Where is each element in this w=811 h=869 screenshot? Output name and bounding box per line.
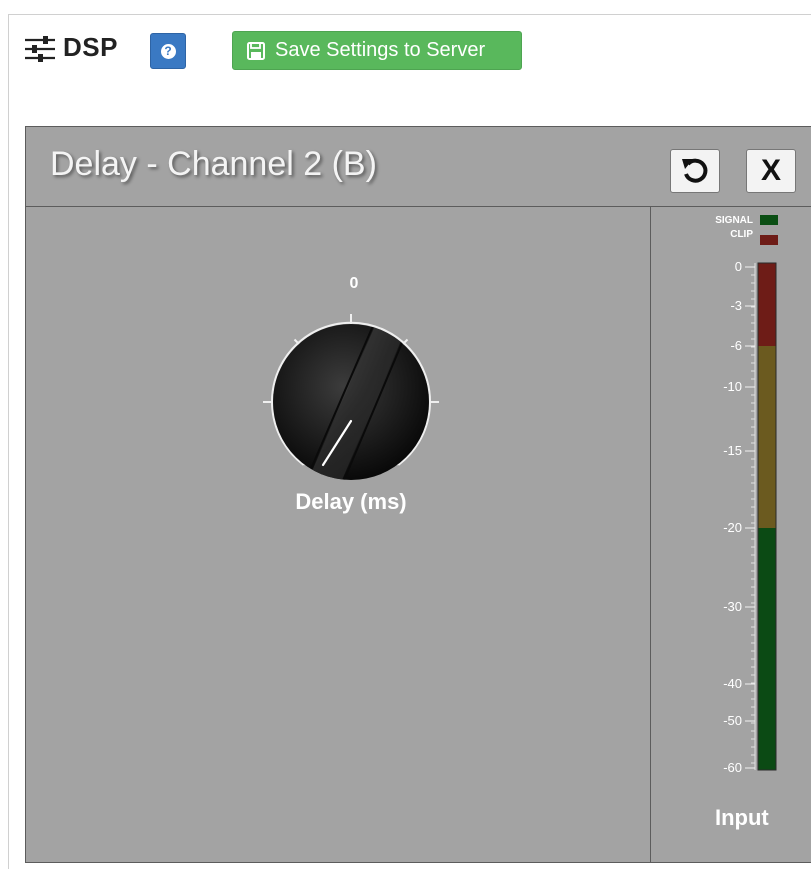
- floppy-disk-icon: [247, 41, 265, 60]
- meter-scale-label: -50: [723, 713, 742, 728]
- close-button[interactable]: X: [746, 149, 796, 193]
- reset-icon: [682, 158, 708, 183]
- meter-scale-label: -20: [723, 520, 742, 535]
- meter-label: Input: [715, 805, 769, 830]
- meter-scale-label: -60: [723, 760, 742, 775]
- reset-button[interactable]: [670, 149, 720, 193]
- meter-graphic: 0 -3 -6 -10 -15 -20 -30 -40 -50 -60: [723, 215, 778, 775]
- delay-panel: Delay - Channel 2 (B) X 0 Delay (ms) SIG…: [25, 126, 811, 863]
- help-button[interactable]: ?: [150, 33, 186, 69]
- save-settings-button[interactable]: Save Settings to Server: [232, 31, 522, 70]
- meter-band-red: [758, 263, 776, 346]
- meter-band-yellow: [758, 346, 776, 528]
- meter-scale-label: 0: [735, 259, 742, 274]
- meter-scale-label: -10: [723, 379, 742, 394]
- knob-label: Delay (ms): [295, 489, 407, 514]
- meter-scale-label: -6: [730, 338, 742, 353]
- panel-title: Delay - Channel 2 (B): [50, 145, 377, 183]
- clip-indicator: [760, 235, 778, 245]
- delay-knob[interactable]: [251, 302, 451, 502]
- meter-scale-label: -3: [730, 298, 742, 313]
- signal-indicator: [760, 215, 778, 225]
- meter-scale-label: -15: [723, 443, 742, 458]
- meter-scale-label: -40: [723, 676, 742, 691]
- meter-band-green: [758, 528, 776, 770]
- knob-area: 0 Delay (ms): [26, 207, 650, 862]
- question-icon: ?: [160, 43, 176, 59]
- input-meter: SIGNAL CLIP 0 -3 -6 -10 -15 -20 -30 -40 -50 -60 I…: [651, 207, 811, 862]
- frame-border-top: [8, 14, 811, 15]
- frame-border-left: [8, 14, 9, 869]
- sliders-icon: [25, 36, 55, 62]
- page-title: DSP: [63, 32, 118, 62]
- save-settings-label: Save Settings to Server: [275, 39, 486, 61]
- close-icon: X: [760, 154, 781, 187]
- knob-value: 0: [349, 275, 359, 292]
- meter-scale-label: -30: [723, 599, 742, 614]
- panel-header: Delay - Channel 2 (B) X: [26, 127, 811, 207]
